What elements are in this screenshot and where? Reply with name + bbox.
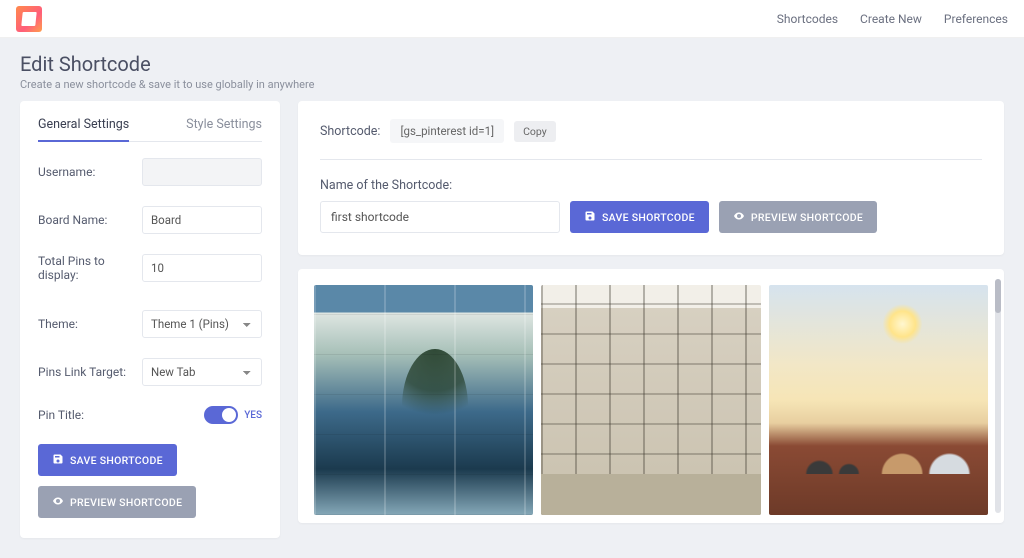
pin-title-toggle-state: YES: [244, 410, 262, 421]
theme-label: Theme:: [38, 317, 78, 331]
pin-thumbnail[interactable]: [769, 285, 988, 515]
nav-links: Shortcodes Create New Preferences: [777, 12, 1008, 26]
shortcode-name-label: Name of the Shortcode:: [320, 178, 982, 193]
preview-shortcode-label: PREVIEW SHORTCODE: [70, 496, 182, 509]
page-subtitle: Create a new shortcode & save it to use …: [20, 78, 1004, 91]
save-shortcode-main-label: SAVE SHORTCODE: [602, 211, 695, 224]
pin-title-toggle[interactable]: [204, 406, 238, 424]
save-shortcode-button[interactable]: SAVE SHORTCODE: [38, 444, 177, 476]
pin-thumbnail[interactable]: [314, 285, 533, 515]
shortcode-panel: Shortcode: [gs_pinterest id=1] Copy Name…: [298, 101, 1004, 255]
save-icon: [52, 453, 64, 468]
preview-shortcode-main-label: PREVIEW SHORTCODE: [751, 211, 863, 224]
preview-shortcode-button-main[interactable]: PREVIEW SHORTCODE: [719, 201, 877, 233]
tab-general-settings[interactable]: General Settings: [38, 117, 129, 142]
settings-tabs: General Settings Style Settings: [38, 117, 262, 142]
pins-gallery: [314, 285, 988, 515]
preview-shortcode-button[interactable]: PREVIEW SHORTCODE: [38, 486, 196, 518]
link-target-select[interactable]: New Tab: [142, 358, 262, 386]
pin-title-label: Pin Title:: [38, 408, 84, 422]
page-title: Edit Shortcode: [20, 52, 1004, 76]
copy-button[interactable]: Copy: [514, 121, 556, 142]
nav-create-new[interactable]: Create New: [860, 12, 922, 26]
nav-preferences[interactable]: Preferences: [944, 12, 1008, 26]
save-icon: [584, 210, 596, 225]
pin-thumbnail[interactable]: [541, 285, 760, 515]
save-shortcode-button-main[interactable]: SAVE SHORTCODE: [570, 201, 709, 233]
total-pins-label: Total Pins to display:: [38, 254, 142, 282]
tab-style-settings[interactable]: Style Settings: [186, 117, 262, 141]
total-pins-input[interactable]: [142, 254, 262, 282]
preview-panel: [298, 269, 1004, 523]
username-label: Username:: [38, 165, 95, 179]
shortcode-label: Shortcode:: [320, 124, 380, 139]
shortcode-value: [gs_pinterest id=1]: [390, 119, 504, 143]
settings-panel: General Settings Style Settings Username…: [20, 101, 280, 538]
shortcode-name-input[interactable]: [320, 201, 560, 233]
theme-select[interactable]: Theme 1 (Pins): [142, 310, 262, 338]
board-name-label: Board Name:: [38, 213, 107, 227]
save-shortcode-label: SAVE SHORTCODE: [70, 454, 163, 467]
nav-shortcodes[interactable]: Shortcodes: [777, 12, 838, 26]
username-input[interactable]: [142, 158, 262, 186]
board-name-input[interactable]: [142, 206, 262, 234]
preview-scrollbar[interactable]: [995, 279, 1001, 513]
app-logo: [16, 6, 42, 32]
top-bar: Shortcodes Create New Preferences: [0, 0, 1024, 38]
eye-icon: [733, 210, 745, 225]
page-header: Edit Shortcode Create a new shortcode & …: [0, 38, 1024, 101]
eye-icon: [52, 495, 64, 510]
link-target-label: Pins Link Target:: [38, 365, 126, 379]
